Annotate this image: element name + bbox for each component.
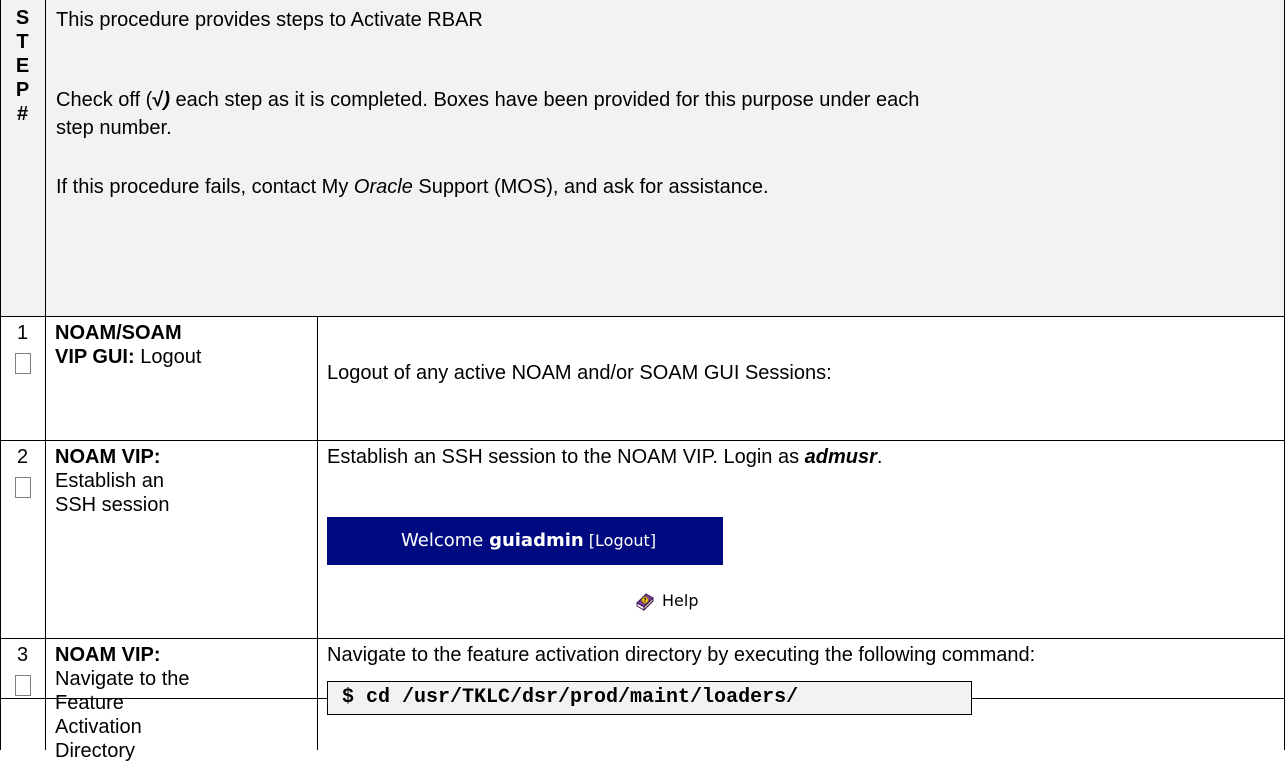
table-border [0, 638, 1285, 639]
step-title-line2: Navigate to the [55, 668, 190, 690]
check-instruction-line2: step number. [56, 117, 172, 139]
procedure-intro: This procedure provides steps to Activat… [56, 9, 483, 31]
step-checkbox[interactable] [15, 477, 31, 498]
step-title-line2: VIP GUI: Logout [55, 346, 202, 368]
help-book-icon: ? [634, 590, 656, 612]
failure-instruction: If this procedure fails, contact My Orac… [56, 176, 769, 198]
step-checkbox[interactable] [15, 353, 31, 374]
command-box: $ cd /usr/TKLC/dsr/prod/maint/loaders/ [327, 681, 972, 715]
step-instruction: Establish an SSH session to the NOAM VIP… [327, 446, 883, 468]
step-title-line5: Directory [55, 740, 136, 762]
step-checkbox[interactable] [15, 675, 31, 696]
step-number: 1 [16, 322, 29, 344]
step-title-line4: Activation [55, 716, 142, 738]
welcome-banner: Welcome guiadmin [Logout] [327, 517, 723, 565]
help-link[interactable]: ? Help [634, 589, 698, 613]
step-number: 3 [16, 644, 29, 666]
check-instruction: Check off (√) each step as it is complet… [56, 89, 920, 111]
step-title: NOAM/SOAM [55, 322, 182, 344]
table-border [45, 0, 46, 750]
logout-link[interactable]: [Logout] [584, 531, 656, 550]
table-border [0, 440, 1285, 441]
step-title: NOAM VIP: [55, 644, 161, 666]
procedure-header [0, 0, 1285, 316]
help-label: Help [662, 591, 699, 610]
table-border [0, 316, 1285, 317]
step-title-line3: Feature [55, 692, 124, 714]
svg-text:?: ? [644, 598, 647, 604]
step-instruction: Logout of any active NOAM and/or SOAM GU… [327, 362, 832, 384]
step-instruction: Navigate to the feature activation direc… [327, 644, 1036, 666]
step-title-line2: Establish an [55, 470, 164, 492]
step-title-line3: SSH session [55, 494, 170, 516]
step-number: 2 [16, 446, 29, 468]
username: guiadmin [489, 530, 584, 551]
table-border [317, 316, 318, 750]
step-title: NOAM VIP: [55, 446, 161, 468]
